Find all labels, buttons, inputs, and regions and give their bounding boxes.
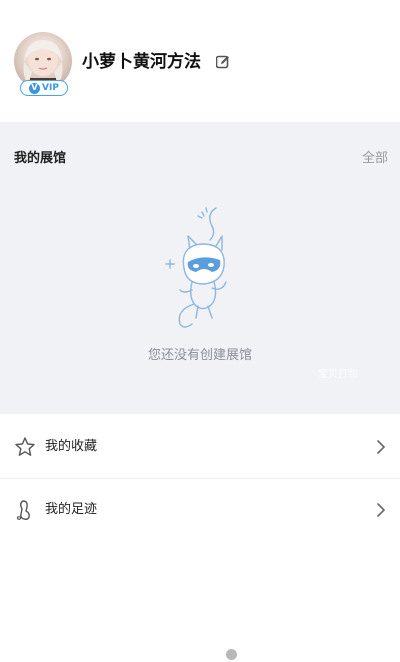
menu-item-footprints[interactable]: 我的足迹: [0, 479, 400, 541]
gallery-section: 我的展馆 全部 您还没有创建展馆 宝贝打包: [0, 122, 400, 414]
avatar-container[interactable]: V VIP: [14, 32, 72, 96]
profile-header: V VIP 小萝卜黄河方法: [0, 0, 400, 120]
gallery-empty-text: 您还没有创建展馆: [147, 348, 252, 363]
empty-mascot-illustration: [165, 207, 227, 328]
vip-v-icon: V: [29, 82, 41, 94]
page-indicator-dot: [226, 649, 237, 660]
menu-item-favorites[interactable]: 我的收藏: [0, 416, 400, 478]
menu-item-label: 我的足迹: [45, 502, 98, 517]
gallery-title: 我的展馆: [14, 151, 67, 166]
star-icon: [15, 437, 35, 456]
watermark: 宝贝打包: [318, 369, 358, 380]
vip-badge: V VIP: [20, 80, 68, 96]
menu-item-label: 我的收藏: [45, 439, 98, 454]
chevron-right-icon: [377, 440, 386, 454]
edit-icon[interactable]: [216, 55, 230, 69]
vip-label: VIP: [42, 83, 59, 93]
chevron-right-icon: [377, 503, 386, 517]
gallery-all-link[interactable]: 全部: [362, 147, 388, 166]
username: 小萝卜黄河方法: [82, 52, 201, 72]
footprint-icon: [16, 500, 30, 520]
